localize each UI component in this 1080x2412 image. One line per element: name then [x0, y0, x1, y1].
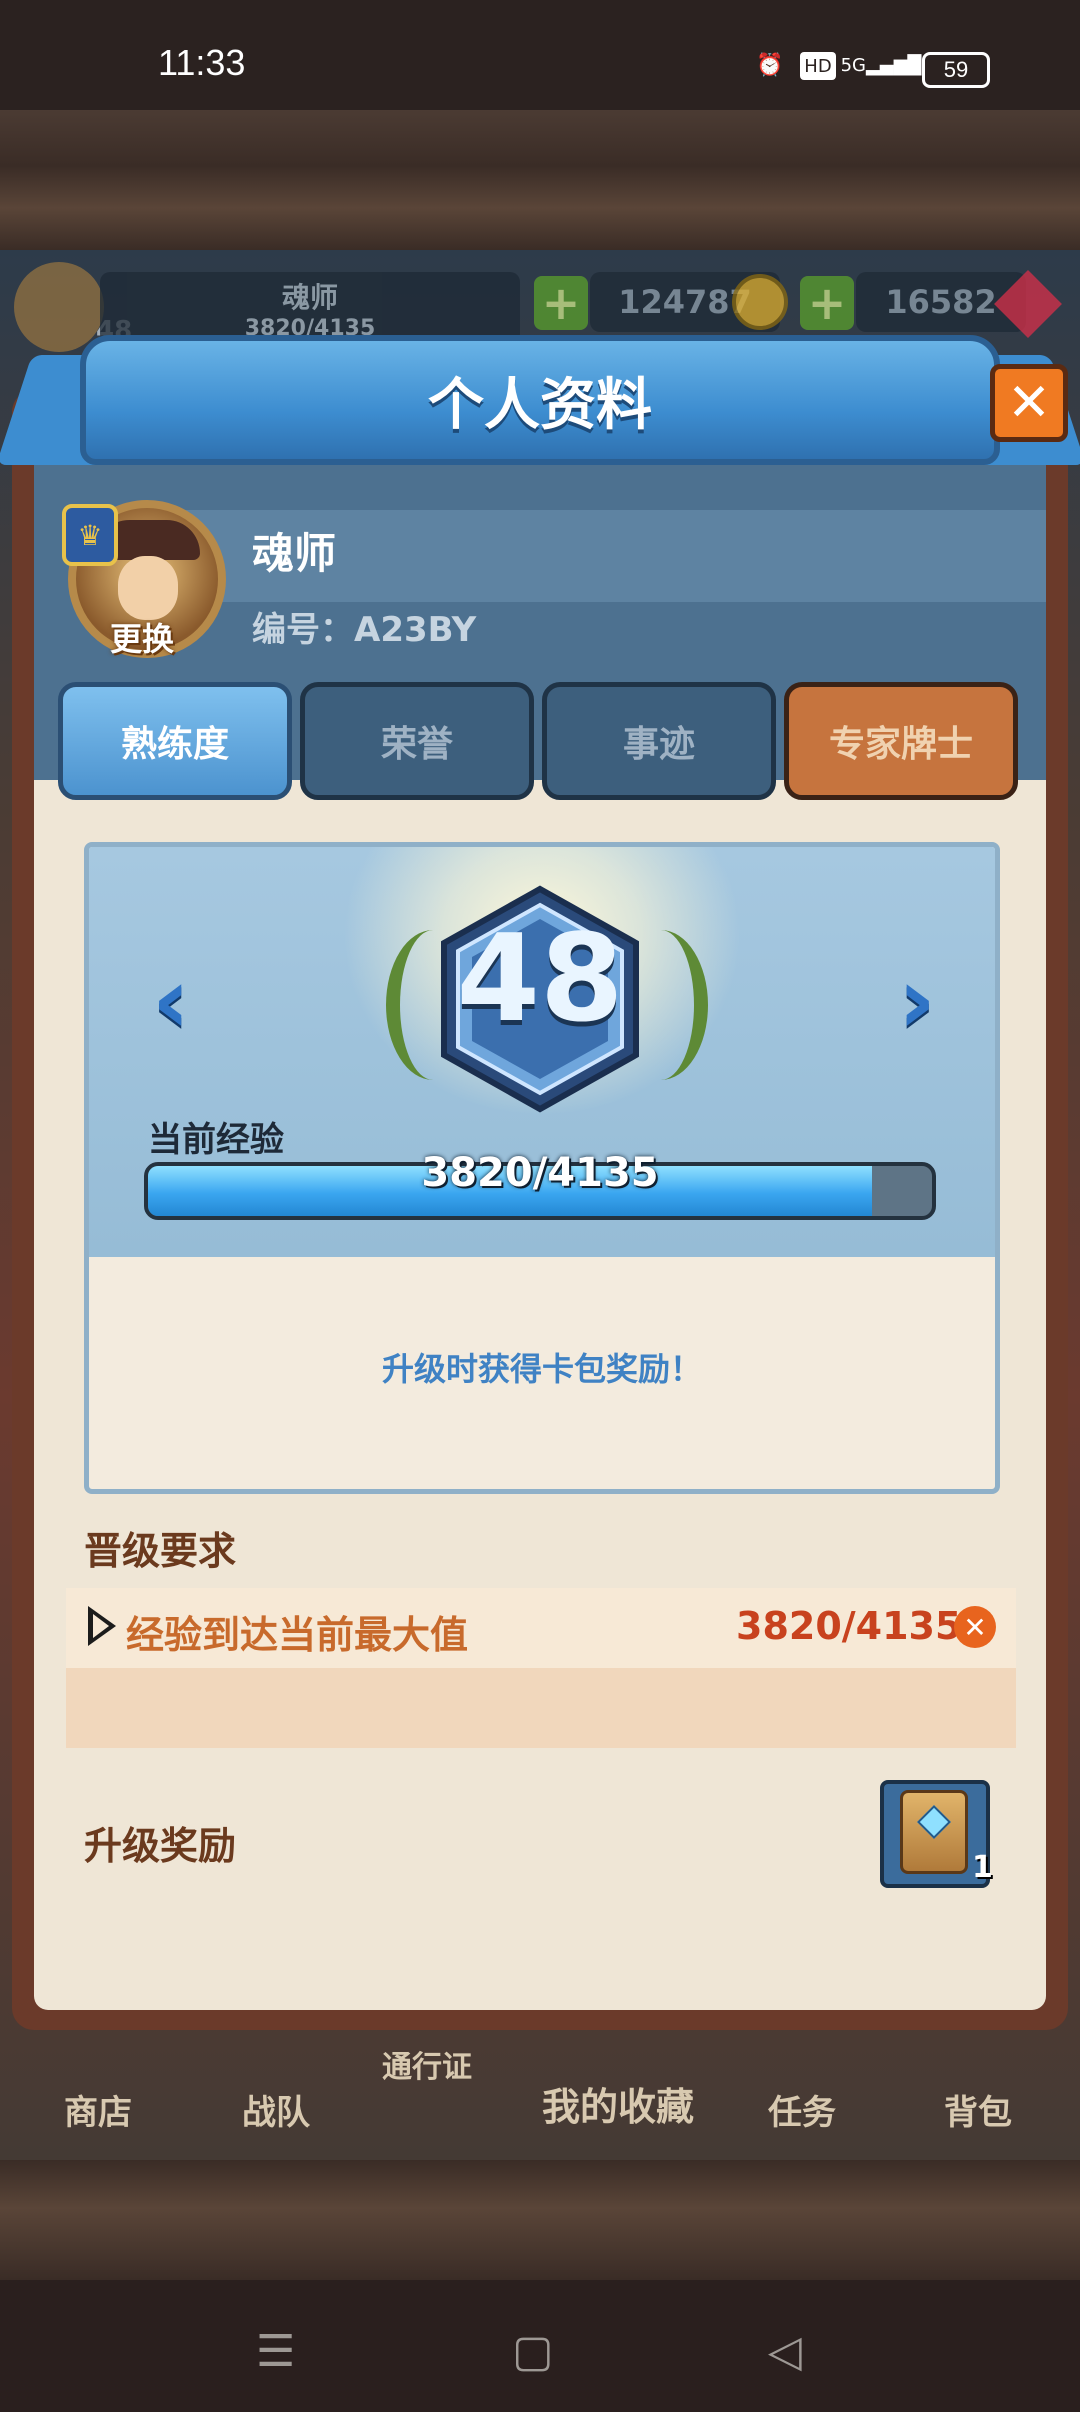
- prev-level-arrow-icon[interactable]: ‹: [146, 947, 196, 1054]
- home-icon[interactable]: ▢: [512, 2326, 554, 2377]
- nav-team[interactable]: 战队: [242, 2085, 310, 2134]
- tab-deeds[interactable]: 事迹: [542, 682, 776, 800]
- reward-item-count: 1: [972, 1850, 993, 1885]
- status-time: 11:33: [158, 42, 246, 83]
- tab-proficiency[interactable]: 熟练度: [58, 682, 292, 800]
- requirement-text: 经验到达当前最大值: [126, 1613, 469, 1657]
- requirement-play-icon-inner: [93, 1614, 109, 1638]
- rewards-title: 升级奖励: [84, 1824, 237, 1868]
- top-name-box: 魂师 3820/4135: [100, 272, 520, 344]
- profile-id: 编号：A23BY: [252, 610, 477, 650]
- profile-name: 魂师: [252, 529, 337, 578]
- top-avatar[interactable]: [14, 262, 104, 352]
- wood-frame-bottom: [0, 2160, 1080, 2280]
- back-icon[interactable]: ◁: [768, 2326, 802, 2377]
- gem-amount: 16582: [885, 283, 997, 321]
- nav-tasks[interactable]: 任务: [768, 2085, 836, 2134]
- dialog-title: 个人资料: [428, 373, 652, 438]
- nav-collection[interactable]: 我的收藏: [542, 2076, 694, 2131]
- top-player-name: 魂师: [281, 280, 338, 314]
- nav-pass[interactable]: 通行证: [382, 2042, 472, 2086]
- requirement-value: 3820/4135: [736, 1604, 962, 1648]
- battery-indicator: 59: [922, 52, 990, 88]
- exp-progress-text: 3820/4135: [421, 1150, 659, 1196]
- signal-icon: 5G ▂▄▆█: [841, 48, 922, 82]
- change-avatar-button[interactable]: 更换: [110, 614, 174, 660]
- avatar-face-icon: [118, 556, 178, 620]
- requirement-unmet-icon: ✕: [954, 1606, 996, 1648]
- add-gem-button[interactable]: +: [800, 276, 854, 330]
- level-number: 48: [456, 910, 624, 1049]
- tab-honor[interactable]: 荣誉: [300, 682, 534, 800]
- crown-icon: ♛: [62, 504, 118, 566]
- alarm-icon: ⏰: [756, 52, 784, 78]
- nav-shop[interactable]: 商店: [64, 2085, 132, 2134]
- add-gold-button[interactable]: +: [534, 276, 588, 330]
- wood-frame-top: [0, 110, 1080, 250]
- level-reward-tip: 升级时获得卡包奖励！: [381, 1350, 702, 1388]
- network-label: 5G: [840, 54, 867, 76]
- requirement-row-empty: [66, 1668, 1016, 1748]
- gold-coin-icon: [732, 274, 788, 330]
- signal-bars-icon: ▂▄▆█: [866, 54, 922, 76]
- menu-icon[interactable]: ☰: [256, 2326, 295, 2377]
- nav-backpack[interactable]: 背包: [944, 2085, 1012, 2134]
- requirements-title: 晋级要求: [84, 1529, 237, 1573]
- close-button[interactable]: ✕: [990, 364, 1068, 442]
- tab-expert-player[interactable]: 专家牌士: [784, 682, 1018, 800]
- next-level-arrow-icon[interactable]: ›: [892, 947, 942, 1054]
- hd-icon: HD: [800, 52, 836, 80]
